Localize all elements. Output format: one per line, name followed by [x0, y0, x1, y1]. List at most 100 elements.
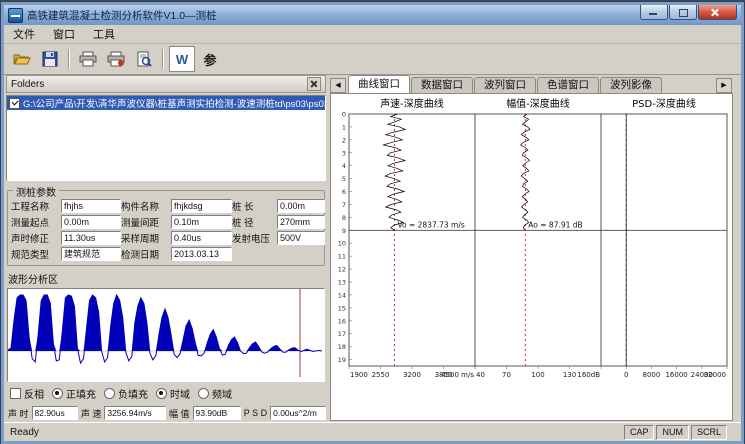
waveform-area[interactable] — [7, 288, 325, 382]
tab-scroll-right-button[interactable]: ▶ — [716, 78, 732, 93]
close-button[interactable] — [698, 5, 737, 20]
file-path: G:\公司产品\开发\清华声波仪器\桩基声测实拍检测-波速测桩td\ps03\p… — [23, 96, 325, 110]
print-icon — [79, 51, 97, 67]
param-value[interactable]: 0.40us — [171, 231, 232, 245]
svg-text:3: 3 — [342, 149, 346, 157]
left-panel: Folders G:\公司产品\开发\清华声波仪器\桩基声测实拍检测-波速测桩t… — [6, 75, 326, 421]
folders-title: Folders — [11, 79, 44, 90]
param-value[interactable]: 建筑规范 — [61, 247, 121, 261]
toolbar: W 参 — [4, 44, 741, 75]
list-item[interactable]: G:\公司产品\开发\清华声波仪器\桩基声测实拍检测-波速测桩td\ps03\p… — [7, 96, 325, 110]
svg-text:16: 16 — [338, 317, 346, 325]
negative-fill-radio[interactable]: 负填充 — [104, 386, 148, 401]
freq-domain-radio[interactable]: 频域 — [198, 386, 232, 401]
svg-text:6: 6 — [342, 188, 346, 196]
tab-curve-window[interactable]: 曲线窗口 — [348, 75, 410, 93]
param-label: 检测日期 — [121, 247, 171, 261]
reading-label: P S D — [244, 408, 267, 418]
param-label: 采样周期 — [121, 231, 171, 245]
tab-spectrum-window[interactable]: 色谱窗口 — [537, 77, 599, 93]
param-value[interactable]: 11.30us — [61, 231, 121, 245]
svg-text:1900: 1900 — [350, 371, 368, 379]
params-grid: 工程名称 fhjhs 构件名称 fhjkdsg 桩 长 0.00m 测量起点 0… — [11, 198, 321, 262]
positive-fill-radio[interactable]: 正填充 — [52, 386, 96, 401]
menu-window[interactable]: 窗口 — [44, 25, 84, 43]
save-icon — [42, 51, 58, 67]
title-bar[interactable]: 高铁建筑混凝土检测分析软件V1.0—测桩 — [4, 5, 741, 25]
print-preview-button[interactable] — [131, 46, 157, 72]
svg-text:幅值-深度曲线: 幅值-深度曲线 — [506, 97, 570, 110]
checkbox-icon[interactable] — [9, 98, 20, 109]
folders-close-button[interactable] — [307, 77, 321, 91]
invert-checkbox[interactable]: 反相 — [10, 386, 44, 401]
tab-wavetrain-window[interactable]: 波列窗口 — [474, 77, 536, 93]
waveform-canvas — [8, 289, 322, 377]
menu-file[interactable]: 文件 — [4, 25, 44, 43]
file-list[interactable]: G:\公司产品\开发\清华声波仪器\桩基声测实拍检测-波速测桩td\ps03\p… — [6, 95, 326, 181]
chart-area[interactable]: 012345678910111213141516171819声速-深度曲线190… — [330, 93, 733, 421]
param-icon: 参 — [203, 50, 216, 69]
word-export-button[interactable]: W — [169, 46, 195, 72]
svg-text:160dB: 160dB — [577, 371, 600, 379]
word-icon: W — [176, 52, 188, 67]
tab-waveimage-window[interactable]: 波列影像 — [600, 77, 662, 93]
svg-text:2: 2 — [342, 136, 346, 144]
checkbox-icon — [10, 388, 21, 399]
tab-data-window[interactable]: 数据窗口 — [411, 77, 473, 93]
svg-text:8000: 8000 — [642, 371, 660, 379]
sonic-time-value[interactable]: 82.90us — [32, 406, 78, 420]
right-panel: ◀ 曲线窗口 数据窗口 波列窗口 色谱窗口 波列影像 ▶ 01234567891… — [330, 75, 733, 421]
print-preview-icon — [136, 51, 152, 67]
svg-text:19: 19 — [338, 356, 346, 364]
save-button[interactable] — [37, 46, 63, 72]
amplitude-value[interactable]: 93.90dB — [193, 406, 241, 420]
svg-text:17: 17 — [338, 330, 346, 338]
num-indicator: NUM — [656, 425, 689, 440]
pile-params-group: 测桩参数 工程名称 fhjhs 构件名称 fhjkdsg 桩 长 0.00m 测… — [7, 190, 325, 266]
folder-open-icon — [13, 51, 31, 67]
radio-icon — [104, 388, 115, 399]
param-label: 桩 径 — [232, 215, 277, 229]
maximize-icon — [679, 9, 688, 17]
maximize-button[interactable] — [669, 5, 697, 20]
svg-text:3200: 3200 — [403, 371, 421, 379]
toolbar-separator — [68, 49, 70, 69]
svg-text:10: 10 — [338, 240, 346, 248]
app-icon — [8, 8, 23, 23]
param-label: 构件名称 — [121, 199, 171, 213]
folders-header: Folders — [6, 75, 326, 93]
psd-value[interactable]: 0.00us^2/m — [270, 406, 326, 420]
print-button[interactable] — [75, 46, 101, 72]
param-value[interactable]: 270mm — [277, 215, 325, 229]
tab-strip: ◀ 曲线窗口 数据窗口 波列窗口 色谱窗口 波列影像 ▶ — [330, 75, 733, 93]
reading-label: 声 速 — [81, 407, 102, 420]
param-value[interactable]: fhjhs — [61, 199, 121, 213]
svg-text:13: 13 — [338, 279, 346, 287]
open-button[interactable] — [9, 46, 35, 72]
radio-icon — [198, 388, 209, 399]
minimize-button[interactable] — [640, 5, 668, 20]
svg-text:4: 4 — [342, 162, 346, 170]
svg-text:0: 0 — [342, 111, 346, 119]
param-value[interactable]: 0.00m — [61, 215, 121, 229]
menu-tools[interactable]: 工具 — [84, 25, 124, 43]
svg-text:11: 11 — [338, 253, 346, 261]
print-setup-icon — [107, 51, 125, 67]
app-window: 高铁建筑混凝土检测分析软件V1.0—测桩 文件 窗口 工具 — [1, 2, 744, 444]
param-label: 测量间距 — [121, 215, 171, 229]
svg-text:Vo = 2837.73 m/s: Vo = 2837.73 m/s — [397, 220, 464, 229]
svg-text:5: 5 — [342, 175, 346, 183]
tab-scroll-left-button[interactable]: ◀ — [330, 78, 346, 93]
param-label: 工程名称 — [11, 199, 61, 213]
param-value[interactable]: 0.10m — [171, 215, 232, 229]
param-button[interactable]: 参 — [197, 46, 223, 72]
time-domain-radio[interactable]: 时域 — [156, 386, 190, 401]
param-value[interactable]: fhjkdsg — [171, 199, 232, 213]
print-setup-button[interactable] — [103, 46, 129, 72]
param-value[interactable]: 0.00m — [277, 199, 325, 213]
svg-text:100: 100 — [531, 371, 544, 379]
param-value[interactable]: 500V — [277, 231, 325, 245]
param-value[interactable]: 2013.03.13 — [171, 247, 232, 261]
window-title: 高铁建筑混凝土检测分析软件V1.0—测桩 — [27, 8, 217, 23]
sonic-speed-value[interactable]: 3256.94m/s — [104, 406, 166, 420]
